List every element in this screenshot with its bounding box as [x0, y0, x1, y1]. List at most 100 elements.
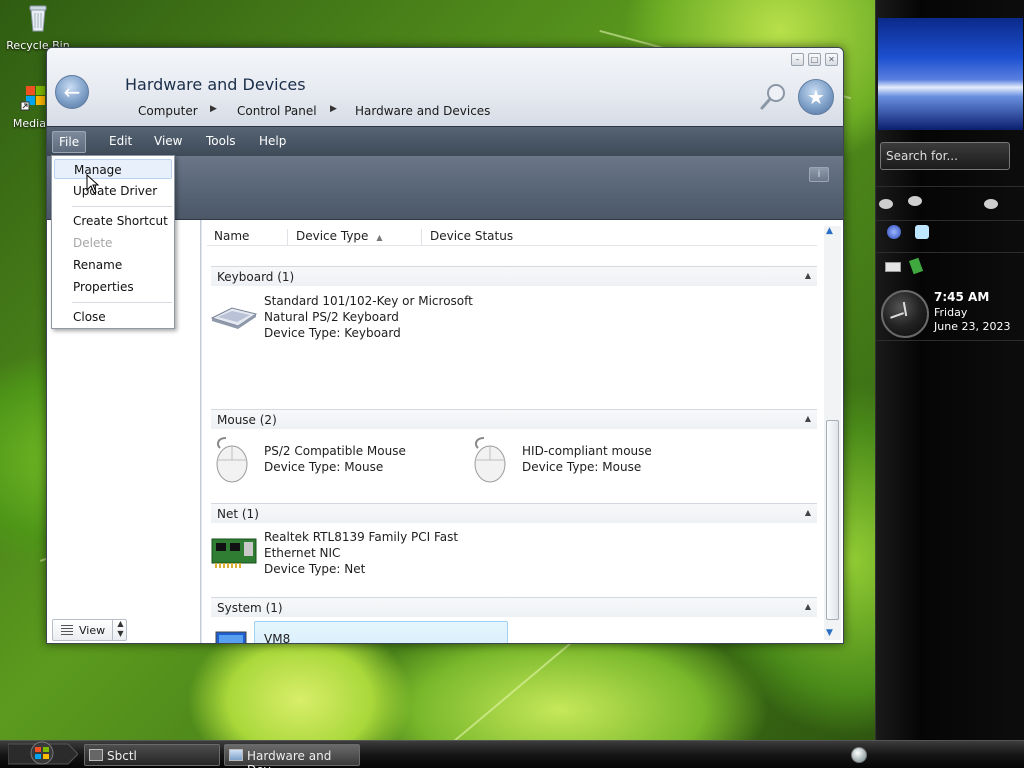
taskbar-item-label: Hardware and Dev... [247, 749, 332, 768]
favorites-button[interactable]: ★ [798, 79, 834, 115]
sidebar-icon-row [875, 220, 1024, 252]
file-menu-dropdown: Manage Update Driver Create Shortcut Del… [51, 155, 175, 329]
column-device-type[interactable]: Device Type ▲ [287, 229, 421, 245]
breadcrumb-computer[interactable]: Computer [138, 104, 198, 118]
collapse-icon[interactable]: ▲ [805, 271, 811, 280]
menu-item-delete: Delete [73, 236, 113, 250]
clock-date: June 23, 2023 [934, 320, 1011, 333]
clock-time: 7:45 AM [934, 290, 990, 304]
view-spinner[interactable]: ▲ ▼ [112, 619, 128, 641]
maximize-button[interactable]: □ [808, 53, 821, 66]
column-device-status[interactable]: Device Status [421, 229, 541, 245]
tool-icon[interactable] [908, 257, 924, 275]
breadcrumb-control-panel[interactable]: Control Panel [237, 104, 317, 118]
menu-file[interactable]: File [52, 131, 87, 153]
hardware-devices-window: ← Hardware and Devices Computer ▶ Contro… [46, 47, 844, 644]
device-type: Device Type: Net [264, 562, 366, 576]
device-name-line: Realtek RTL8139 Family PCI Fast [264, 530, 459, 544]
group-header-keyboard[interactable]: Keyboard (1) ▲ [211, 266, 817, 286]
chat-bubble-icon[interactable] [984, 199, 998, 209]
column-device-type-label: Device Type [296, 229, 369, 243]
help-button[interactable]: i [809, 167, 829, 182]
view-button-label: View [79, 624, 106, 637]
device-network-adapter[interactable]: Realtek RTL8139 Family PCI Fast Ethernet… [264, 529, 458, 577]
star-icon: ★ [807, 85, 825, 109]
group-header-label: Mouse (2) [217, 413, 277, 427]
sidebar-search-gadget[interactable]: Search for... [880, 142, 1010, 170]
desktop-icon-recycle-bin[interactable]: Recycle Bin [3, 2, 73, 52]
close-icon: ✕ [828, 55, 835, 64]
device-system-label: VM8 Device Type: System [264, 631, 389, 644]
menu-separator [72, 206, 172, 207]
chevron-up-icon: ▲ [117, 619, 124, 628]
minimize-button[interactable]: – [791, 53, 804, 66]
windows-sidebar [875, 0, 1024, 740]
network-card-icon [211, 538, 257, 568]
device-name-line: Standard 101/102-Key or Microsoft [264, 294, 473, 308]
arrow-left-icon: ← [63, 80, 81, 104]
menu-item-manage[interactable]: Manage [54, 159, 172, 179]
maximize-icon: □ [810, 55, 819, 64]
group-header-label: System (1) [217, 601, 283, 615]
search-icon[interactable] [759, 82, 789, 112]
device-keyboard[interactable]: Standard 101/102-Key or Microsoft Natura… [264, 293, 473, 341]
start-button[interactable] [8, 738, 78, 768]
menu-item-close[interactable]: Close [73, 310, 106, 324]
collapse-icon[interactable]: ▲ [805, 508, 811, 517]
menu-tools[interactable]: Tools [206, 134, 236, 148]
notes-icon[interactable] [915, 225, 929, 239]
taskbar-item-label: Sbctl [107, 749, 137, 763]
device-name-line: HID-compliant mouse [522, 444, 652, 458]
group-header-system[interactable]: System (1) ▲ [211, 597, 817, 617]
clock-gadget[interactable] [881, 290, 929, 338]
column-name[interactable]: Name [207, 229, 287, 245]
slideshow-gadget[interactable] [878, 18, 1023, 130]
breadcrumb-hardware-devices[interactable]: Hardware and Devices [355, 104, 490, 118]
device-name-line: Natural PS/2 Keyboard [264, 310, 399, 324]
folder-icon[interactable] [885, 262, 901, 272]
device-name-line: VM8 [264, 632, 291, 644]
sidebar-tools-row [875, 252, 1024, 286]
menu-item-rename[interactable]: Rename [73, 258, 122, 272]
device-type: Device Type: Keyboard [264, 326, 401, 340]
show-sidebar-icon[interactable] [851, 747, 867, 763]
column-header-row: Name Device Type ▲ Device Status [207, 226, 817, 246]
group-header-net[interactable]: Net (1) ▲ [211, 503, 817, 523]
device-type: Device Type: Mouse [522, 460, 642, 474]
scrollbar-thumb[interactable] [826, 420, 839, 620]
close-button[interactable]: ✕ [825, 53, 838, 66]
sidebar-divider [875, 340, 1024, 341]
window-title: Hardware and Devices [125, 75, 306, 94]
group-header-mouse[interactable]: Mouse (2) ▲ [211, 409, 817, 429]
chat-bubble-icon[interactable] [879, 199, 893, 209]
device-type: Device Type: Mouse [264, 460, 384, 474]
window-icon [89, 749, 103, 761]
sidebar-feed-row [875, 186, 1024, 220]
device-mouse-hid[interactable]: HID-compliant mouse Device Type: Mouse [522, 443, 652, 475]
menu-separator [72, 302, 172, 303]
scroll-up-icon[interactable]: ▲ [826, 226, 833, 236]
collapse-icon[interactable]: ▲ [805, 602, 811, 611]
menu-edit[interactable]: Edit [109, 134, 132, 148]
taskbar-item-sbctl[interactable]: Sbctl [84, 744, 220, 766]
scroll-down-icon[interactable]: ▼ [826, 628, 833, 638]
taskbar-item-hardware-devices[interactable]: Hardware and Dev... [224, 744, 360, 768]
collapse-icon[interactable]: ▲ [805, 414, 811, 423]
chat-bubble-icon[interactable] [908, 196, 922, 206]
breadcrumb-separator-icon[interactable]: ▶ [330, 104, 337, 114]
window-titlebar[interactable]: ← Hardware and Devices Computer ▶ Contro… [47, 48, 843, 126]
back-button[interactable]: ← [55, 75, 89, 109]
list-view-icon [61, 625, 73, 635]
breadcrumb-separator-icon[interactable]: ▶ [210, 104, 217, 114]
group-header-label: Net (1) [217, 507, 259, 521]
recycle-bin-icon [29, 5, 47, 32]
sort-ascending-icon: ▲ [376, 233, 383, 242]
globe-icon[interactable] [887, 225, 901, 239]
menu-view[interactable]: View [154, 134, 182, 148]
vertical-scrollbar[interactable]: ▲ ▼ [824, 226, 841, 640]
device-mouse-ps2[interactable]: PS/2 Compatible Mouse Device Type: Mouse [264, 443, 406, 475]
menu-help[interactable]: Help [259, 134, 286, 148]
column-device-status-label: Device Status [430, 229, 514, 243]
menu-item-create-shortcut[interactable]: Create Shortcut [73, 214, 168, 228]
menu-item-properties[interactable]: Properties [73, 280, 134, 294]
